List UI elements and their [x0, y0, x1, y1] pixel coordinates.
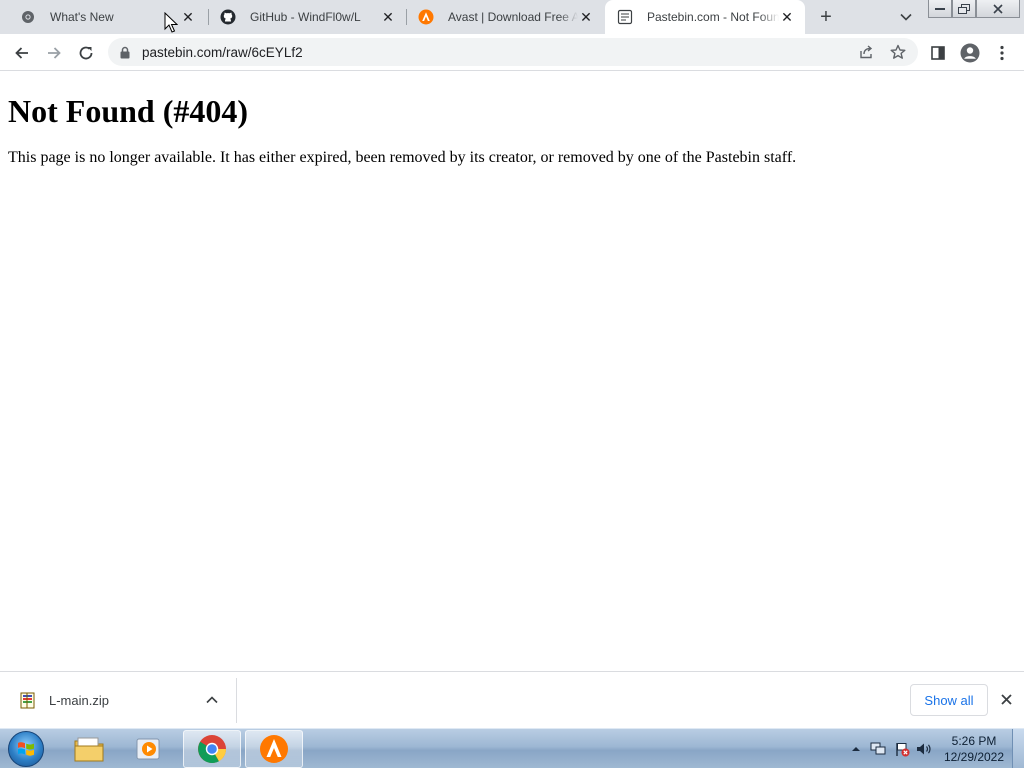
forward-arrow-icon	[48, 47, 61, 59]
tab-strip: What's New ✕ GitHub - WindFl0w/L ✕ Avast…	[0, 0, 1024, 34]
share-icon[interactable]	[854, 40, 878, 64]
kebab-menu-icon	[1000, 45, 1004, 61]
windows-logo-icon	[18, 742, 34, 756]
chrome-settings-icon	[20, 9, 36, 25]
taskbar-avast[interactable]	[245, 730, 303, 768]
clock-time: 5:26 PM	[951, 734, 997, 748]
volume-icon[interactable]	[916, 741, 932, 757]
show-hidden-icons-icon[interactable]	[848, 741, 864, 757]
download-item[interactable]: L-main.zip	[0, 678, 237, 723]
browser-toolbar: pastebin.com/raw/6cEYLf2	[0, 34, 1024, 71]
side-panel-button[interactable]	[924, 39, 952, 67]
tab-title: GitHub - WindFl0w/L	[250, 10, 361, 24]
profile-avatar-icon	[960, 43, 980, 63]
chevron-up-icon[interactable]	[203, 691, 221, 709]
close-window-button[interactable]	[976, 0, 1020, 18]
network-icon[interactable]	[870, 741, 886, 757]
side-panel-icon	[931, 46, 945, 60]
close-tab-icon[interactable]: ✕	[180, 9, 196, 25]
clock-date: 12/29/2022	[943, 750, 1005, 764]
tab-avast[interactable]: Avast | Download Free Antivirus ✕	[406, 0, 604, 34]
taskbar-clock[interactable]: 5:26 PM 12/29/2022	[936, 733, 1012, 765]
bookmark-star-icon[interactable]	[886, 40, 910, 64]
back-arrow-icon	[15, 47, 28, 59]
minimize-button[interactable]	[928, 0, 952, 18]
page-content: Not Found (#404) This page is no longer …	[0, 72, 1024, 671]
close-tab-icon[interactable]: ✕	[779, 9, 795, 25]
github-icon	[220, 9, 236, 25]
tab-title: What's New	[50, 10, 114, 24]
tab-title: Avast | Download Free Antivirus	[448, 10, 578, 24]
avast-icon	[418, 9, 434, 25]
back-button[interactable]	[8, 39, 36, 67]
not-found-message: This page is no longer available. It has…	[8, 149, 797, 166]
lock-icon[interactable]	[118, 45, 132, 59]
zip-file-icon	[20, 692, 35, 708]
avast-icon	[260, 735, 288, 763]
download-bar: L-main.zip Show all	[0, 671, 1024, 728]
close-tab-icon[interactable]: ✕	[380, 9, 396, 25]
taskbar-media-player[interactable]	[120, 730, 178, 768]
close-tab-icon[interactable]: ✕	[578, 9, 594, 25]
tab-github[interactable]: GitHub - WindFl0w/L ✕	[208, 0, 406, 34]
windows-taskbar: 5:26 PM 12/29/2022	[0, 728, 1024, 768]
taskbar-explorer[interactable]	[60, 730, 118, 768]
page-title: Not Found (#404)	[8, 93, 249, 129]
close-download-bar-icon[interactable]	[996, 689, 1016, 709]
show-desktop-button[interactable]	[1012, 729, 1024, 768]
show-all-button[interactable]: Show all	[910, 684, 988, 716]
tab-pastebin[interactable]: Pastebin.com - Not Found ✕	[605, 0, 805, 34]
profile-button[interactable]	[956, 39, 984, 67]
new-tab-button[interactable]: +	[814, 5, 838, 29]
pastebin-icon	[617, 9, 633, 25]
action-center-flag-icon[interactable]	[894, 741, 910, 757]
forward-button[interactable]	[40, 39, 68, 67]
folder-icon	[74, 737, 104, 762]
mouse-cursor-icon	[164, 12, 178, 33]
browser-menu-button[interactable]	[988, 39, 1016, 67]
restore-button[interactable]	[952, 0, 976, 18]
tab-title: Pastebin.com - Not Found	[647, 10, 779, 24]
taskbar-chrome[interactable]	[183, 730, 241, 768]
start-button[interactable]	[8, 731, 44, 767]
reload-button[interactable]	[72, 39, 100, 67]
tab-search-chevron-icon[interactable]	[894, 5, 918, 29]
chrome-icon	[198, 735, 227, 764]
media-player-icon	[136, 738, 160, 760]
address-bar[interactable]: pastebin.com/raw/6cEYLf2	[108, 38, 918, 66]
reload-icon	[79, 46, 93, 60]
url-text[interactable]: pastebin.com/raw/6cEYLf2	[142, 45, 303, 60]
download-file-name: L-main.zip	[49, 693, 109, 708]
